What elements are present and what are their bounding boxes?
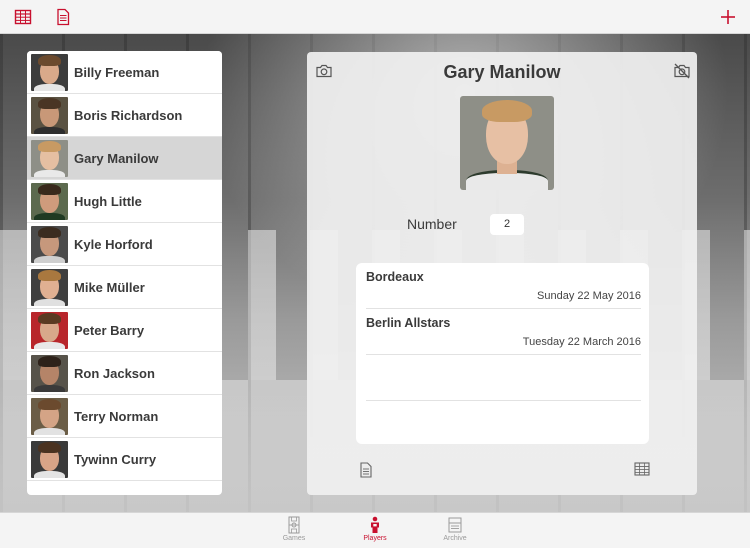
tab-games[interactable]: Games xyxy=(269,516,319,542)
avatar xyxy=(31,268,68,306)
list-item[interactable]: Boris Richardson xyxy=(27,94,222,137)
list-item[interactable]: Kyle Horford xyxy=(27,223,222,266)
plus-icon[interactable] xyxy=(719,8,737,26)
player-name: Boris Richardson xyxy=(74,107,183,123)
avatar xyxy=(31,139,68,177)
table-icon[interactable] xyxy=(14,8,32,26)
players-list: Billy Freeman Boris Richardson Gary Manilo… xyxy=(27,51,222,495)
player-name: Ron Jackson xyxy=(74,365,155,381)
number-field[interactable] xyxy=(490,214,524,235)
game-team: Bordeaux xyxy=(366,270,424,284)
player-name: Billy Freeman xyxy=(74,64,160,80)
game-team: Berlin Allstars xyxy=(366,316,451,330)
table-icon[interactable] xyxy=(634,462,650,476)
avatar xyxy=(31,53,68,91)
player-name: Hugh Little xyxy=(74,193,142,209)
avatar xyxy=(31,354,68,392)
number-label: Number xyxy=(407,216,457,232)
tab-label: Players xyxy=(363,535,387,542)
empty-row xyxy=(366,401,641,444)
player-name: Terry Norman xyxy=(74,408,159,424)
player-name: Peter Barry xyxy=(74,322,145,338)
list-item[interactable]: Terry Norman xyxy=(27,395,222,438)
avatar xyxy=(31,397,68,435)
player-name: Tywinn Curry xyxy=(74,451,157,467)
tab-players[interactable]: Players xyxy=(350,516,400,542)
game-row[interactable]: Berlin Allstars Tuesday 22 March 2016 xyxy=(366,309,641,355)
player-icon xyxy=(371,516,379,533)
player-name: Mike Müller xyxy=(74,279,145,295)
list-item[interactable]: Ron Jackson xyxy=(27,352,222,395)
player-name: Kyle Horford xyxy=(74,236,153,252)
avatar xyxy=(31,440,68,478)
list-item[interactable]: Tywinn Curry xyxy=(27,438,222,481)
tab-archive[interactable]: Archive xyxy=(430,516,480,542)
player-photo[interactable] xyxy=(460,96,554,190)
game-date: Tuesday 22 March 2016 xyxy=(522,336,641,348)
list-item[interactable]: Hugh Little xyxy=(27,180,222,223)
document-icon[interactable] xyxy=(359,462,373,478)
empty-row xyxy=(366,355,641,401)
avatar xyxy=(31,182,68,220)
avatar xyxy=(31,311,68,349)
camera-off-icon[interactable] xyxy=(673,62,691,80)
player-detail-panel: Gary Manilow Number Bordeaux Sunday 22 Ma… xyxy=(307,52,697,495)
avatar xyxy=(31,96,68,134)
bottom-tab-bar: Games Players Archive xyxy=(0,512,750,548)
player-name: Gary Manilow xyxy=(74,150,159,166)
list-item[interactable]: Gary Manilow xyxy=(27,137,222,180)
archive-icon xyxy=(448,517,462,533)
player-detail-title: Gary Manilow xyxy=(443,62,561,82)
games-list: Bordeaux Sunday 22 May 2016 Berlin Allstar… xyxy=(356,263,649,444)
list-item[interactable]: Billy Freeman xyxy=(27,51,222,94)
game-date: Sunday 22 May 2016 xyxy=(537,290,641,302)
list-item[interactable]: Peter Barry xyxy=(27,309,222,352)
tab-label: Games xyxy=(282,535,306,542)
tab-label: Archive xyxy=(443,535,467,542)
document-icon[interactable] xyxy=(54,8,72,26)
top-toolbar xyxy=(0,0,750,34)
avatar xyxy=(31,225,68,263)
list-item[interactable]: Mike Müller xyxy=(27,266,222,309)
court-icon xyxy=(288,516,300,534)
game-row[interactable]: Bordeaux Sunday 22 May 2016 xyxy=(366,263,641,309)
